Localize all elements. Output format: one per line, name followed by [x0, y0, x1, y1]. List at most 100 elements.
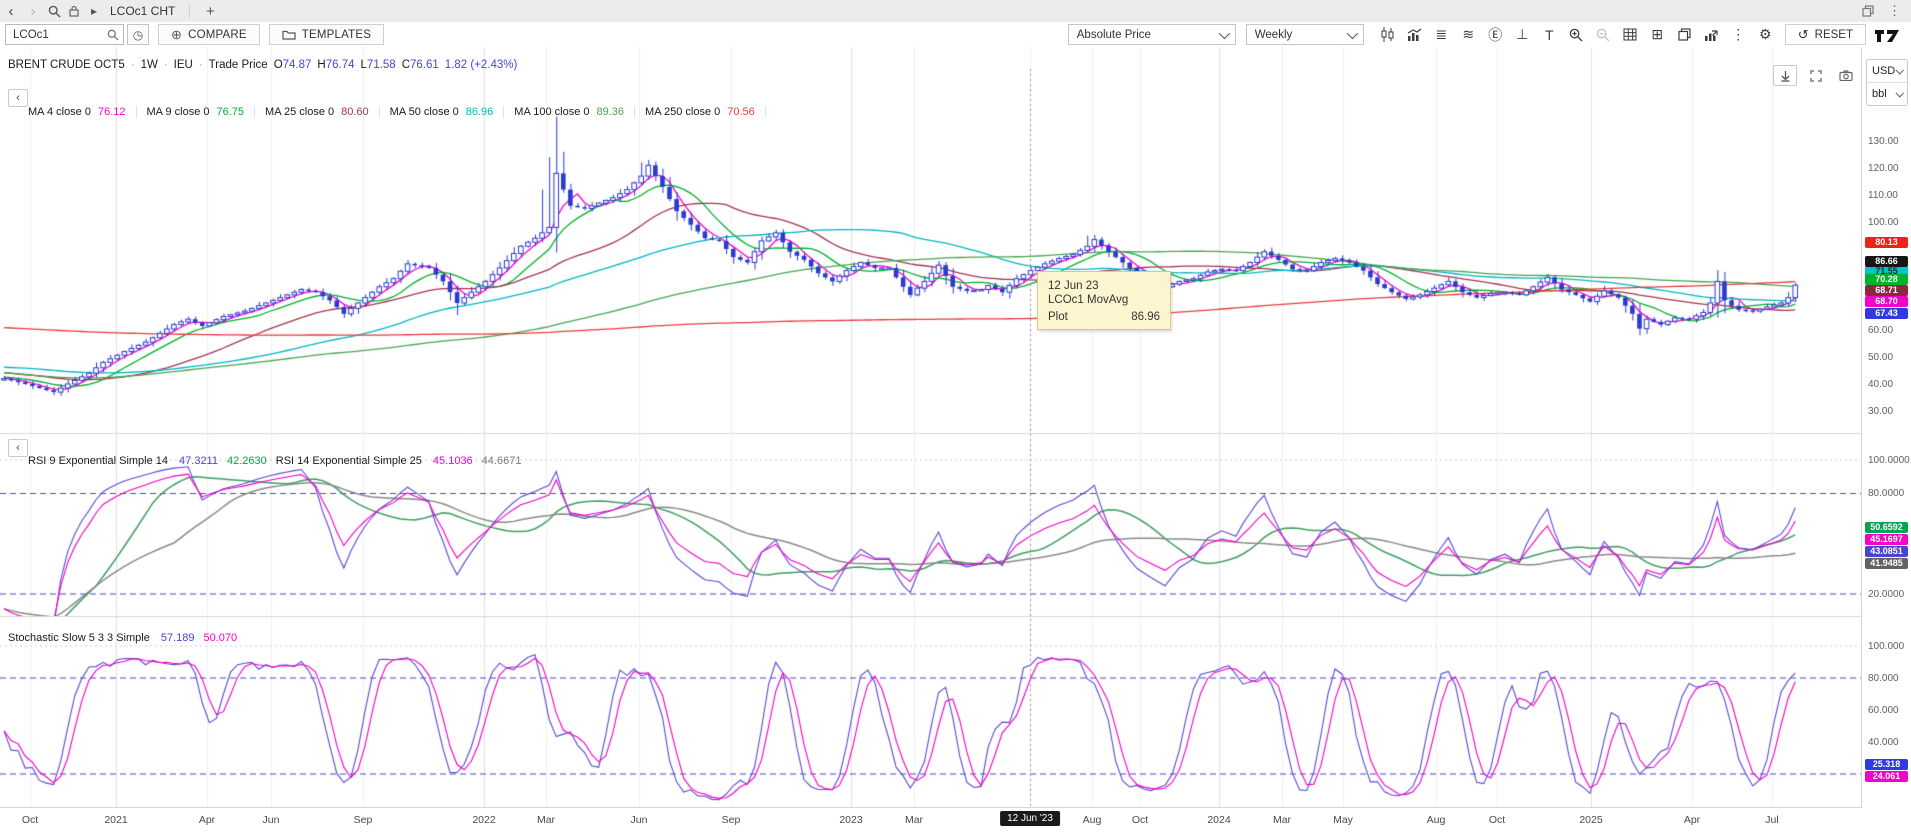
price-badge: 68.70 — [1865, 296, 1908, 307]
header-part: BRENT CRUDE OCT5 — [8, 59, 125, 71]
clock-icon: ◷ — [133, 28, 143, 42]
price-tick: 100.00 — [1868, 217, 1899, 228]
time-label: Mar — [905, 814, 923, 826]
time-axis[interactable]: Oct2021AprJunSep2022MarJunSep2023Mar12 J… — [0, 807, 1862, 832]
scroll-to-latest-icon[interactable] — [1773, 65, 1797, 86]
header-part: 74.87 — [283, 59, 312, 71]
price-badge: 67.43 — [1865, 308, 1908, 319]
chart-area: BRENT CRUDE OCT5·1W·IEU·Trade PriceO74.8… — [0, 47, 1911, 831]
ma-label: MA 4 close 0 — [28, 106, 91, 118]
currency-select[interactable]: USD — [1867, 60, 1907, 82]
tab-title[interactable]: LCOc1 CHT — [110, 4, 175, 18]
popout-icon[interactable] — [1862, 5, 1874, 17]
zoom-in-icon[interactable] — [1563, 24, 1590, 45]
export-chart-icon[interactable] — [1698, 24, 1725, 45]
pane-controls — [1773, 65, 1857, 86]
axis-settings-icon[interactable]: ⊥ — [1509, 24, 1536, 45]
price-badge: 80.13 — [1865, 237, 1908, 248]
duplicate-icon[interactable] — [1671, 24, 1698, 45]
snapshot-camera-icon[interactable] — [1835, 66, 1857, 85]
ma-value: 76.12 — [98, 106, 126, 118]
ma-value: 80.60 — [341, 106, 369, 118]
price-axis[interactable]: USD bbl 130.00120.00110.00100.0060.0050.… — [1861, 47, 1911, 831]
search-icon[interactable] — [44, 5, 64, 18]
time-label: Apr — [1684, 814, 1700, 826]
header-part: C — [402, 59, 410, 71]
time-label: Aug — [1083, 814, 1102, 826]
chevron-down-icon — [1895, 66, 1903, 74]
stochastic-legend: Stochastic Slow 5 3 3 Simple57.18950.070 — [8, 632, 246, 644]
reset-button[interactable]: ↺ RESET — [1785, 24, 1866, 45]
stoch-tick: 60.000 — [1868, 705, 1899, 716]
price-tick: 110.00 — [1868, 190, 1898, 201]
unit-value: bbl — [1872, 88, 1887, 100]
unit-select[interactable]: bbl — [1867, 82, 1907, 105]
reset-label: RESET — [1815, 29, 1853, 41]
compare-button[interactable]: ⊕ COMPARE — [158, 24, 260, 45]
time-label: Aug — [1427, 814, 1446, 826]
price-tick: 60.00 — [1868, 325, 1893, 336]
main-toolbar: LCOc1 ◷ ⊕ COMPARE TEMPLATES Absolute Pri… — [0, 22, 1911, 48]
header-part: · — [164, 59, 168, 71]
time-label: Apr — [199, 814, 215, 826]
price-tick: 130.00 — [1868, 136, 1899, 147]
tabbar-right-controls: ⋮ — [1862, 3, 1911, 19]
templates-button[interactable]: TEMPLATES — [269, 24, 384, 45]
stoch-badge: 25.318 — [1865, 759, 1908, 770]
rsi-pane-collapse-button[interactable]: ‹ — [8, 439, 28, 457]
price-tick: 40.00 — [1868, 379, 1893, 390]
rsi-legend-part: 42.2630 — [227, 455, 267, 467]
chart-canvas[interactable] — [0, 47, 1862, 831]
header-part: 76.61 — [410, 59, 439, 71]
overlays-icon[interactable]: ≋ — [1455, 24, 1482, 45]
time-label: 2021 — [104, 814, 127, 826]
stoch-badge: 24.061 — [1865, 771, 1908, 782]
instrument-header: BRENT CRUDE OCT5·1W·IEU·Trade PriceO74.8… — [8, 59, 523, 71]
header-part: IEU — [174, 59, 193, 71]
ma-label: MA 250 close 0 — [645, 106, 720, 118]
rsi-legend-part: 47.3211 — [179, 455, 218, 467]
price-badge: 70.28 — [1865, 274, 1908, 285]
price-mode-select[interactable]: Absolute Price — [1068, 24, 1236, 45]
header-part: Trade Price — [209, 59, 268, 71]
events-icon[interactable]: Ⓔ — [1482, 24, 1509, 45]
ma-legend-item: MA 50 close 086.96 — [380, 106, 505, 118]
time-label: 2024 — [1207, 814, 1230, 826]
line-style-icon[interactable]: ≣ — [1428, 24, 1455, 45]
new-tab-button[interactable]: + — [198, 3, 222, 20]
interval-select[interactable]: Weekly — [1246, 24, 1364, 45]
rsi-tick: 20.0000 — [1868, 589, 1904, 600]
lock-icon[interactable] — [64, 5, 84, 17]
rsi-badge: 50.6592 — [1865, 522, 1908, 533]
more-menu-icon[interactable]: ⋮ — [1725, 24, 1752, 45]
back-button[interactable]: ‹ — [0, 3, 22, 20]
text-annotation-icon[interactable]: T — [1536, 24, 1563, 45]
forward-button[interactable]: › — [22, 3, 44, 20]
time-label: Jul — [1765, 814, 1778, 826]
chevron-down-icon — [1219, 27, 1230, 38]
time-label: Oct — [1489, 814, 1505, 826]
price-badge: 68.71 — [1865, 285, 1908, 296]
ma-value: 89.36 — [597, 106, 625, 118]
maximize-pane-icon[interactable] — [1805, 66, 1827, 85]
more-options-icon[interactable]: ⋮ — [1888, 3, 1901, 19]
stoch-tick: 100.000 — [1868, 641, 1904, 652]
candle-style-icon[interactable] — [1374, 24, 1401, 45]
tradingview-logo — [1874, 27, 1901, 43]
symbol-input[interactable]: LCOc1 — [5, 24, 124, 45]
time-label: Jun — [263, 814, 280, 826]
settings-gear-icon[interactable]: ⚙ — [1752, 24, 1779, 45]
grid-icon[interactable] — [1617, 24, 1644, 45]
add-pane-icon[interactable]: ⊞ — [1644, 24, 1671, 45]
folder-icon — [282, 29, 296, 40]
price-tick: 30.00 — [1868, 406, 1893, 417]
history-clock-button[interactable]: ◷ — [127, 24, 149, 45]
ma-label: MA 50 close 0 — [390, 106, 459, 118]
price-pane-collapse-button[interactable]: ‹ — [8, 89, 28, 107]
zoom-out-icon[interactable] — [1590, 24, 1617, 45]
indicators-icon[interactable] — [1401, 24, 1428, 45]
time-label: Oct — [1132, 814, 1148, 826]
tab-bar: ‹ › ▸ LCOc1 CHT + ⋮ — [0, 0, 1911, 23]
tab-expander-icon[interactable]: ▸ — [84, 4, 104, 18]
stoch-tick: 80.000 — [1868, 673, 1899, 684]
